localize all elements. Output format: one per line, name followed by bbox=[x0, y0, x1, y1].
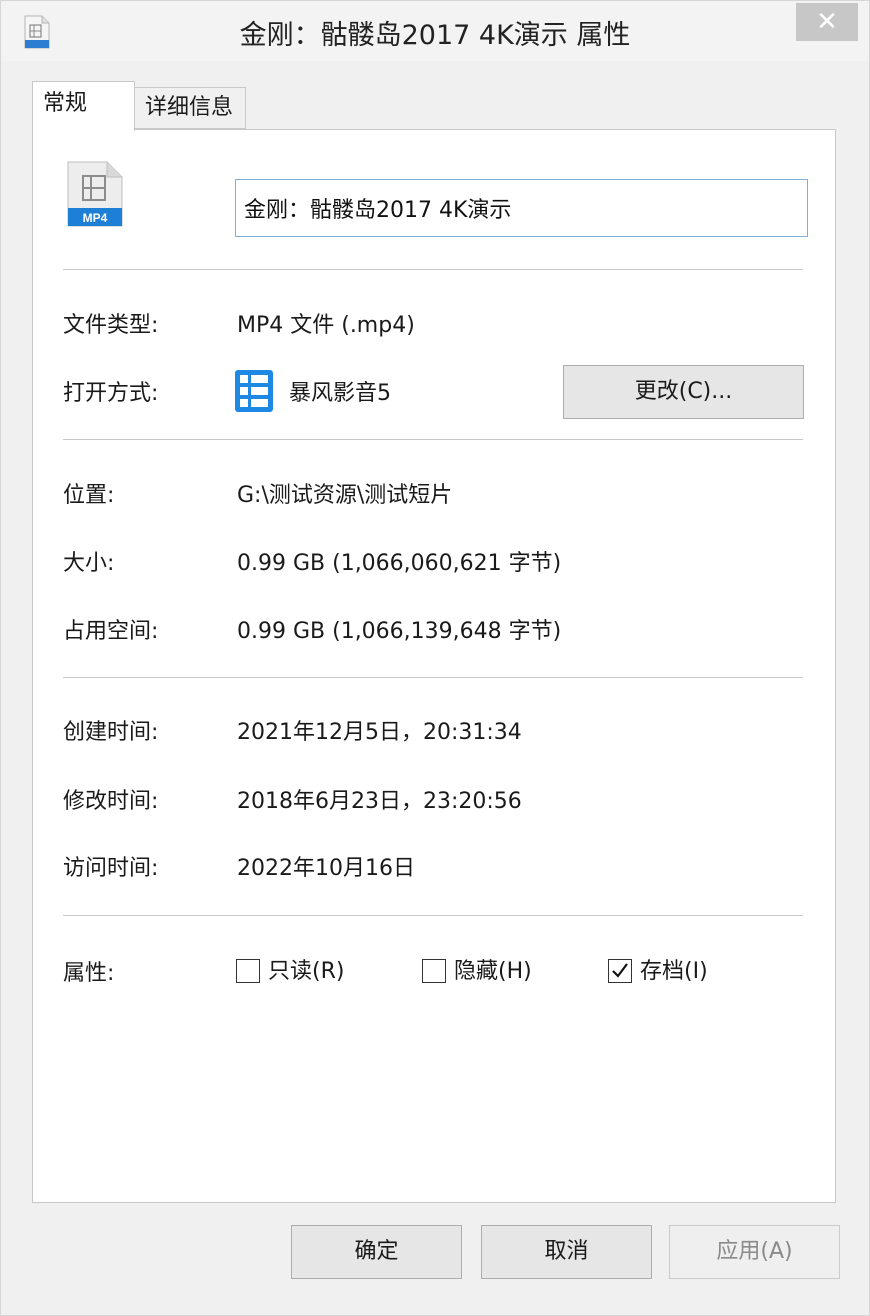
checkmark-icon bbox=[612, 963, 628, 978]
file-name-input[interactable] bbox=[235, 179, 808, 237]
storm-player-icon bbox=[235, 370, 273, 412]
open-with-label: 打开方式: bbox=[63, 381, 159, 406]
change-button[interactable]: 更改(C)... bbox=[563, 365, 804, 419]
separator bbox=[63, 915, 803, 916]
title-bar[interactable]: 金刚：骷髅岛2017 4K演示 属性 ✕ bbox=[1, 1, 869, 61]
cancel-button[interactable]: 取消 bbox=[481, 1225, 652, 1279]
properties-window: 金刚：骷髅岛2017 4K演示 属性 ✕ 常规 详细信息 MP4 文件类型: M… bbox=[0, 0, 870, 1316]
apply-button[interactable]: 应用(A) bbox=[669, 1225, 840, 1279]
accessed-label: 访问时间: bbox=[63, 856, 159, 881]
mp4-icon-label: MP4 bbox=[83, 211, 108, 225]
size-label: 大小: bbox=[63, 551, 115, 576]
separator bbox=[63, 677, 803, 678]
modified-value: 2018年6月23日，23:20:56 bbox=[237, 789, 522, 814]
location-value: G:\测试资源\测试短片 bbox=[237, 483, 453, 508]
readonly-checkbox-box[interactable] bbox=[236, 959, 260, 983]
size-value: 0.99 GB (1,066,060,621 字节) bbox=[237, 551, 562, 576]
ok-button[interactable]: 确定 bbox=[291, 1225, 462, 1279]
hidden-checkbox-label: 隐藏(H) bbox=[454, 959, 532, 984]
size-on-disk-value: 0.99 GB (1,066,139,648 字节) bbox=[237, 619, 562, 644]
separator bbox=[63, 439, 803, 440]
location-label: 位置: bbox=[63, 483, 115, 508]
archive-checkbox-label: 存档(I) bbox=[640, 959, 708, 984]
created-value: 2021年12月5日，20:31:34 bbox=[237, 720, 522, 745]
general-tab-panel bbox=[32, 129, 836, 1203]
close-button[interactable]: ✕ bbox=[796, 3, 858, 41]
attributes-label: 属性: bbox=[63, 961, 115, 986]
file-type-value: MP4 文件 (.mp4) bbox=[237, 313, 415, 338]
separator bbox=[63, 269, 803, 270]
archive-checkbox-box[interactable] bbox=[608, 959, 632, 983]
readonly-checkbox-label: 只读(R) bbox=[268, 959, 345, 984]
mp4-file-large-icon: MP4 bbox=[67, 161, 123, 227]
hidden-checkbox-box[interactable] bbox=[422, 959, 446, 983]
tab-details[interactable]: 详细信息 bbox=[134, 87, 246, 129]
window-title: 金刚：骷髅岛2017 4K演示 属性 bbox=[239, 20, 631, 51]
accessed-value: 2022年10月16日 bbox=[237, 856, 415, 881]
modified-label: 修改时间: bbox=[63, 789, 159, 814]
size-on-disk-label: 占用空间: bbox=[63, 619, 159, 644]
close-icon: ✕ bbox=[816, 7, 838, 37]
tab-general[interactable]: 常规 bbox=[32, 81, 135, 131]
file-type-label: 文件类型: bbox=[63, 313, 159, 338]
open-with-app-name: 暴风影音5 bbox=[289, 381, 391, 406]
created-label: 创建时间: bbox=[63, 720, 159, 745]
